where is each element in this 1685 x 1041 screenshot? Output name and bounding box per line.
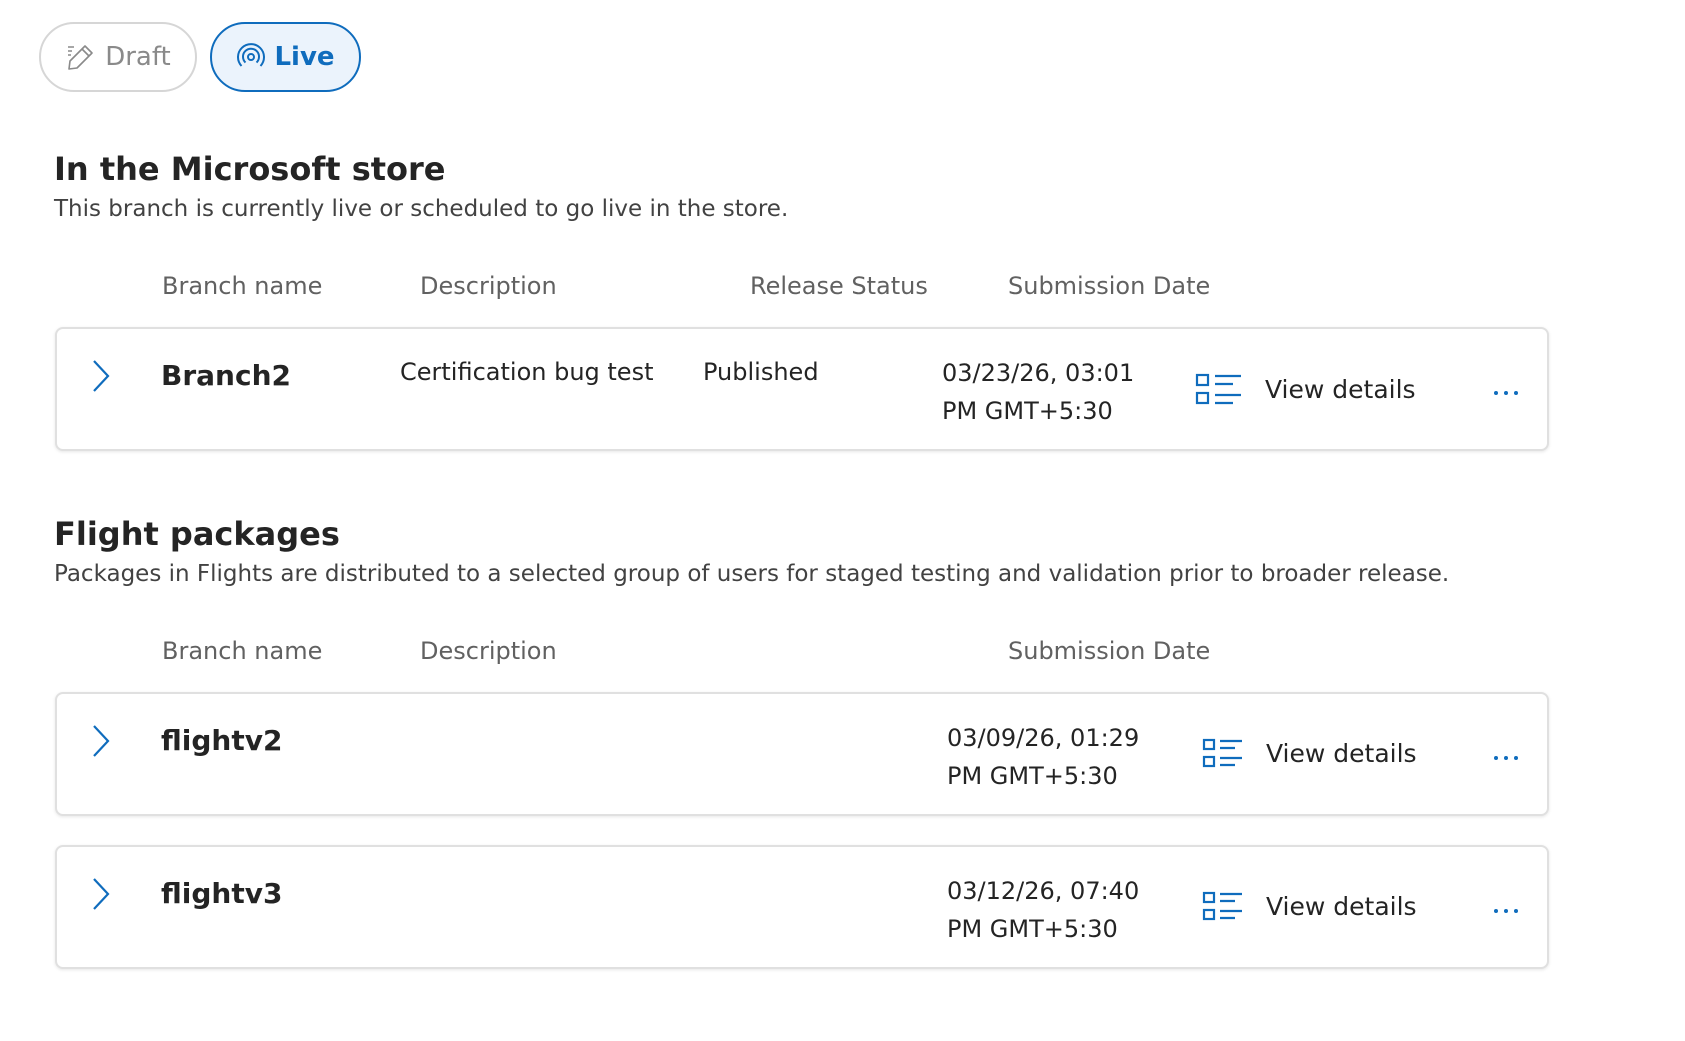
more-icon[interactable] [1486, 378, 1526, 408]
branch-name: Branch2 [161, 359, 291, 392]
broadcast-icon [237, 43, 266, 67]
details-list-icon [1202, 891, 1242, 921]
table-row: flightv2 03/09/26, 01:29 PM GMT+5:30 Vie… [55, 692, 1549, 816]
branch-description: Certification bug test [400, 358, 654, 386]
view-details-label: View details [1266, 891, 1417, 921]
store-section-description: This branch is currently live or schedul… [54, 196, 789, 222]
live-tab-label: Live [274, 42, 335, 72]
submission-date: 03/23/26, 03:01 PM GMT+5:30 [942, 354, 1134, 430]
submission-date-line1: 03/09/26, 01:29 [947, 724, 1140, 752]
submission-date-line1: 03/12/26, 07:40 [947, 877, 1140, 905]
submission-date: 03/12/26, 07:40 PM GMT+5:30 [947, 872, 1139, 948]
view-details-button[interactable]: View details [1195, 371, 1416, 407]
col-description: Description [420, 272, 557, 300]
submission-date-line2: PM GMT+5:30 [947, 915, 1118, 943]
view-details-label: View details [1266, 738, 1417, 768]
submission-date: 03/09/26, 01:29 PM GMT+5:30 [947, 719, 1139, 795]
more-icon[interactable] [1486, 896, 1526, 926]
live-tab[interactable]: Live [210, 22, 361, 92]
col-branch-name: Branch name [162, 637, 323, 665]
details-list-icon [1202, 738, 1242, 768]
table-row: Branch2 Certification bug test Published… [55, 327, 1549, 451]
branch-name: flightv2 [161, 724, 283, 757]
col-submission-date: Submission Date [1008, 637, 1211, 665]
flight-section-title: Flight packages [54, 515, 340, 553]
branch-name: flightv3 [161, 877, 283, 910]
submission-date-line2: PM GMT+5:30 [947, 762, 1118, 790]
draft-tab-label: Draft [105, 42, 171, 72]
col-submission-date: Submission Date [1008, 272, 1211, 300]
more-icon[interactable] [1486, 743, 1526, 773]
release-status: Published [703, 358, 819, 386]
draft-tab[interactable]: Draft [39, 22, 197, 92]
chevron-right-icon[interactable] [87, 359, 113, 393]
view-details-button[interactable]: View details [1202, 736, 1417, 770]
submission-date-line2: PM GMT+5:30 [942, 397, 1113, 425]
view-details-label: View details [1265, 374, 1416, 404]
col-release-status: Release Status [750, 272, 928, 300]
view-details-button[interactable]: View details [1202, 889, 1417, 923]
col-branch-name: Branch name [162, 272, 323, 300]
chevron-right-icon[interactable] [87, 724, 113, 758]
col-description: Description [420, 637, 557, 665]
store-section-title: In the Microsoft store [54, 150, 446, 188]
submission-date-line1: 03/23/26, 03:01 [942, 359, 1135, 387]
flight-section-description: Packages in Flights are distributed to a… [54, 561, 1450, 587]
chevron-right-icon[interactable] [87, 877, 113, 911]
table-row: flightv3 03/12/26, 07:40 PM GMT+5:30 Vie… [55, 845, 1549, 969]
details-list-icon [1195, 373, 1241, 405]
pencil-icon [68, 45, 94, 70]
